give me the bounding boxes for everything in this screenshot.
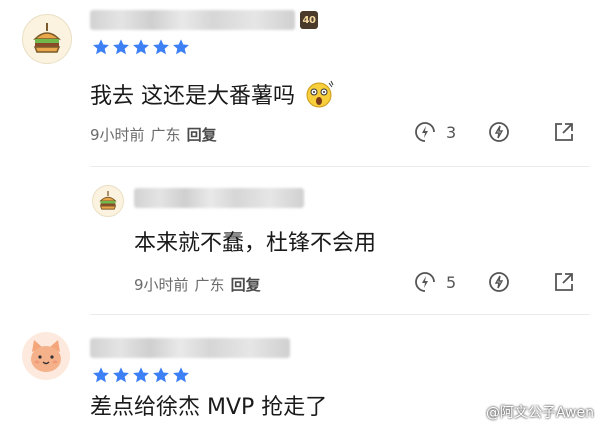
reply-button[interactable]: 回复 (231, 274, 261, 295)
share-icon (489, 122, 509, 142)
comment-location: 广东 (150, 126, 181, 144)
like-button[interactable]: 3 (414, 121, 456, 143)
divider (90, 314, 590, 315)
comment-text: 差点给徐杰 MVP 抢走了 (90, 395, 328, 420)
reply-button[interactable]: 回复 (187, 124, 217, 145)
username-blurred[interactable] (134, 188, 304, 208)
star-icon (92, 38, 110, 60)
star-icon (152, 366, 170, 388)
shocked-emoji-icon (306, 80, 334, 108)
share-icon (489, 272, 509, 292)
star-icon (92, 366, 110, 388)
like-count: 3 (446, 122, 457, 142)
level-badge: 40 (300, 11, 318, 29)
avatar[interactable] (22, 14, 72, 64)
star-icon (132, 366, 150, 388)
share-button[interactable] (488, 271, 510, 293)
cat-avatar-icon (31, 340, 61, 372)
like-count: 5 (446, 272, 457, 292)
external-icon (555, 123, 573, 141)
avatar[interactable] (92, 185, 124, 217)
like-button[interactable]: 5 (414, 271, 456, 293)
avatar[interactable] (22, 332, 70, 380)
username-blurred[interactable] (90, 338, 290, 358)
burger-avatar-icon (33, 23, 61, 53)
username-blurred[interactable] (90, 10, 295, 30)
star-icon (152, 38, 170, 60)
external-button[interactable] (553, 271, 575, 293)
comment-location: 广东 (194, 276, 225, 294)
star-icon (172, 366, 190, 388)
star-icon (172, 38, 190, 60)
star-icon (112, 366, 130, 388)
comment-time: 9小时前 (90, 126, 145, 144)
star-icon (132, 38, 150, 60)
comment-meta: 9小时前 广东 回复 (90, 124, 217, 145)
rating-stars (92, 366, 190, 388)
comment-text: 我去 这还是大番薯吗 (90, 79, 334, 111)
watermark: @阿文公子Awen (464, 402, 594, 422)
comment-text: 本来就不蠢，杜锋不会用 (134, 231, 377, 256)
divider (90, 166, 590, 167)
comment-time: 9小时前 (134, 276, 189, 294)
lightning-icon (415, 272, 435, 292)
weibo-icon (464, 405, 481, 420)
comment-meta: 9小时前 广东 回复 (134, 274, 261, 295)
share-button[interactable] (488, 121, 510, 143)
external-icon (555, 273, 573, 291)
rating-stars (92, 38, 190, 60)
star-icon (112, 38, 130, 60)
lightning-icon (415, 122, 435, 142)
burger-avatar-icon (99, 191, 117, 210)
external-button[interactable] (553, 121, 575, 143)
